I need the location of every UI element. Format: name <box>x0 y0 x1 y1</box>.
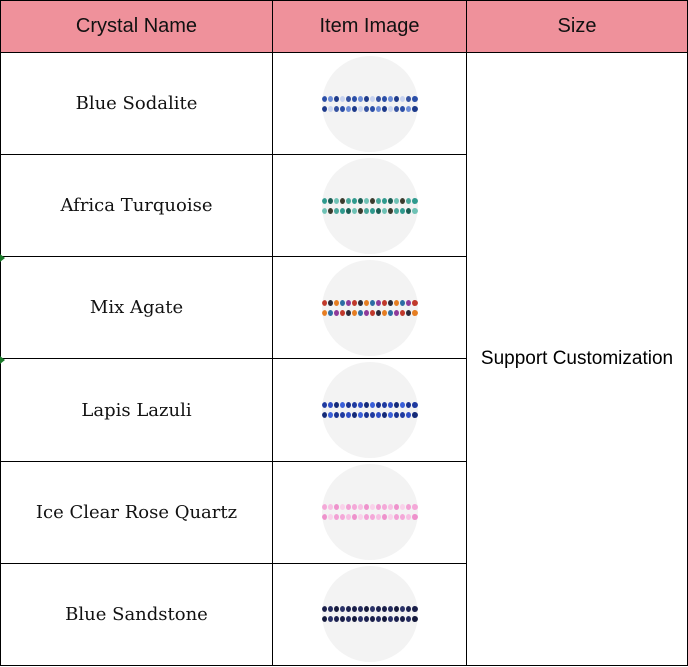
lapis-lazuli-bead-strand-icon <box>321 362 418 459</box>
header-item-image: Item Image <box>272 0 467 53</box>
crystal-name-cell: Lapis Lazuli <box>0 358 273 462</box>
table-body: Blue Sodalite Support Customization Africa… <box>0 51 688 667</box>
cell-marker-icon <box>0 356 5 364</box>
crystal-name-cell: Blue Sodalite <box>0 51 273 156</box>
item-image-cell <box>272 51 467 156</box>
size-cell: Support Customization <box>466 52 688 666</box>
item-image-cell <box>272 562 467 667</box>
crystal-name-cell: Mix Agate <box>0 256 273 360</box>
blue-sodalite-bead-strand-icon <box>321 55 418 152</box>
crystal-name-cell: Africa Turquoise <box>0 154 273 258</box>
table-row: Blue Sodalite Support Customization <box>0 51 688 666</box>
item-image-cell <box>272 358 467 462</box>
crystal-name-cell: Blue Sandstone <box>0 562 273 667</box>
rose-quartz-bead-strand-icon <box>321 464 418 561</box>
item-image-cell <box>272 154 467 258</box>
header-row: Crystal Name Item Image Size <box>0 0 688 53</box>
africa-turquoise-bead-strand-icon <box>321 157 418 254</box>
blue-sandstone-bead-strand-icon <box>321 566 418 663</box>
item-image-cell <box>272 460 467 564</box>
header-size: Size <box>466 0 688 53</box>
cell-marker-icon <box>0 254 5 262</box>
crystal-name-cell: Ice Clear Rose Quartz <box>0 460 273 564</box>
header-crystal-name: Crystal Name <box>0 0 273 53</box>
crystal-table: Crystal Name Item Image Size Blue Sodali… <box>0 0 688 667</box>
mix-agate-bead-strand-icon <box>321 259 418 356</box>
item-image-cell <box>272 256 467 360</box>
